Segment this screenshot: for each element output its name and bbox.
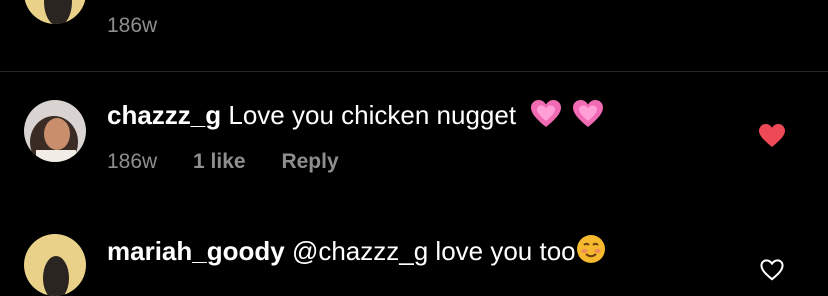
divider [0,71,828,72]
comment-meta: 186w [107,14,157,38]
like-heart-icon[interactable] [759,124,785,148]
like-heart-outline-icon[interactable] [760,259,786,283]
growing-heart-emoji [572,100,603,135]
comment-text: chazzz_g Love you chicken nugget [107,100,603,135]
comment-timestamp: 186w [107,150,158,173]
avatar[interactable] [24,100,86,162]
comment-mention[interactable]: @chazzz_g [292,236,428,266]
growing-heart-emoji [531,100,562,135]
comment-timestamp: 186w [107,14,158,37]
smiling-face-emoji [576,234,606,271]
comment-body: love you too [435,236,576,266]
like-count[interactable]: 1 like [193,150,246,173]
comment-meta: 186w 1 like Reply [107,150,339,174]
comment-body: Love you chicken nugget [228,100,517,130]
comment-text: mariah_goody @chazzz_g love you too [107,234,606,271]
reply-button[interactable]: Reply [281,150,338,173]
comment-username[interactable]: mariah_goody [107,236,285,266]
avatar[interactable] [24,0,86,24]
avatar[interactable] [24,234,86,296]
comment-username[interactable]: chazzz_g [107,100,221,130]
